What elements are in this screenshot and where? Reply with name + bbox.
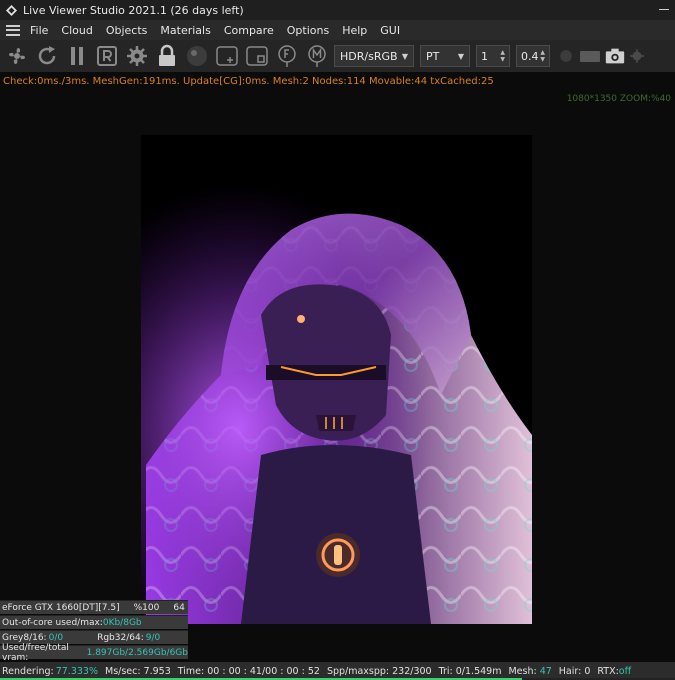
rect-button[interactable] [578, 43, 602, 69]
menu-cloud[interactable]: Cloud [61, 24, 92, 37]
fan-icon [8, 47, 26, 65]
gpu-device-row: eForce GTX 1660[DT][7.5] %100 64 [0, 600, 188, 614]
render-image[interactable] [141, 135, 532, 624]
camera-icon [605, 48, 625, 64]
hamburger-menu-icon[interactable] [6, 24, 20, 36]
lock-button[interactable] [154, 43, 180, 69]
menu-objects[interactable]: Objects [106, 24, 148, 37]
spinner-1-value: 1 [481, 49, 488, 63]
hair-label: Hair: [558, 665, 582, 677]
tri-label: Tri: [438, 665, 453, 677]
rtx-value: off [618, 665, 632, 677]
sphere-button[interactable] [184, 43, 210, 69]
spinner-arrows-icon[interactable]: ▲ ▼ [540, 49, 545, 63]
camera-button[interactable] [604, 43, 626, 69]
vram-value: 1.897Gb/2.569Gb/6Gb [86, 647, 188, 658]
grey-value: 0/0 [48, 632, 64, 643]
rtx-label: RTX: [597, 665, 619, 677]
rendering-value: 77.333% [55, 665, 98, 677]
refresh-button[interactable] [34, 43, 60, 69]
pause-button[interactable] [64, 43, 90, 69]
chevron-down-icon: ▼ [457, 51, 464, 61]
ms-label: Ms/sec: [105, 665, 141, 677]
material-button[interactable] [304, 43, 330, 69]
gpu-device-name: eForce GTX 1660[DT][7.5] [2, 602, 120, 613]
rgb-label: Rgb32/64: [97, 632, 144, 643]
kernel-value: PT [426, 49, 440, 63]
lock-icon [159, 44, 175, 66]
vram-row: Used/free/total vram: 1.897Gb/2.569Gb/6G… [0, 643, 188, 663]
hair-value: 0 [584, 665, 591, 677]
ooc-label: Out-of-core used/max: [2, 617, 103, 628]
region-icon [246, 46, 268, 66]
fan-button[interactable] [4, 43, 30, 69]
gear-button[interactable] [124, 43, 150, 69]
render-stats-line: Check:0ms./3ms. MeshGen:191ms. Update[CG… [3, 76, 494, 87]
spinner-2[interactable]: 0.4 ▲ ▼ [516, 45, 550, 67]
spp-value: 232/300 [392, 665, 432, 677]
rect-icon [580, 51, 600, 62]
mesh-value: 47 [539, 665, 552, 677]
title-bar: Live Viewer Studio 2021.1 (26 days left) [0, 0, 675, 20]
record-button[interactable] [556, 43, 576, 69]
refresh-icon [38, 46, 56, 65]
rendered-hooded-figure-image [141, 135, 532, 624]
spinner-arrows-icon[interactable]: ▲ ▼ [500, 49, 505, 63]
kernel-select[interactable]: PT ▼ [420, 45, 470, 67]
grey-label: Grey8/16: [2, 632, 47, 643]
record-icon [560, 50, 572, 62]
region-button[interactable] [244, 43, 270, 69]
menu-help[interactable]: Help [342, 24, 367, 37]
menu-compare[interactable]: Compare [224, 24, 274, 37]
menu-gui[interactable]: GUI [380, 24, 400, 37]
spinner-1[interactable]: 1 ▲ ▼ [476, 45, 510, 67]
r-icon [97, 46, 117, 66]
rgb-value: 9/0 [145, 632, 161, 643]
color-mode-value: HDR/sRGB [340, 49, 398, 63]
vram-label: Used/free/total vram: [2, 642, 69, 663]
ms-value: 7.953 [143, 665, 171, 677]
gpu-count: 64 [173, 602, 185, 613]
time-label: Time: [177, 665, 205, 677]
spp-label: Spp/maxspp: [326, 665, 390, 677]
tri-value: 0/1.549m [455, 665, 502, 677]
out-of-core-row: Out-of-core used/max: 0Kb/8Gb [0, 615, 188, 629]
settings-icon [630, 49, 644, 63]
spinner-2-value: 0.4 [521, 49, 539, 63]
gear-icon [127, 46, 147, 66]
menu-file[interactable]: File [30, 24, 48, 37]
menu-options[interactable]: Options [287, 24, 329, 37]
sphere-icon [187, 46, 207, 66]
rendering-label: Rendering: [2, 665, 54, 677]
focus-button[interactable] [274, 43, 300, 69]
add-region-button[interactable] [214, 43, 240, 69]
resolution-zoom-label: 1080*1350 ZOOM:%40 [566, 94, 671, 104]
add-region-icon [216, 46, 238, 66]
window-title: Live Viewer Studio 2021.1 (26 days left) [23, 3, 244, 17]
menu-materials[interactable]: Materials [160, 24, 210, 37]
settings-button[interactable] [628, 43, 646, 69]
toolbar: HDR/sRGB ▼ PT ▼ 1 ▲ ▼ 0.4 ▲ ▼ [0, 40, 675, 72]
pause-icon [71, 47, 83, 65]
time-value: 00 : 00 : 41/00 : 00 : 52 [207, 665, 320, 677]
gpu-usage: %100 [133, 602, 160, 613]
menu-bar: File Cloud Objects Materials Compare Opt… [0, 20, 675, 40]
ooc-value: 0Kb/8Gb [102, 617, 142, 628]
focus-icon [278, 45, 296, 67]
app-logo-icon [6, 4, 17, 16]
color-mode-select[interactable]: HDR/sRGB ▼ [334, 45, 414, 67]
minimize-icon[interactable] [659, 9, 669, 10]
chevron-down-icon: ▼ [401, 51, 408, 61]
r-button[interactable] [94, 43, 120, 69]
mesh-label: Mesh: [508, 665, 537, 677]
material-icon [308, 45, 326, 67]
